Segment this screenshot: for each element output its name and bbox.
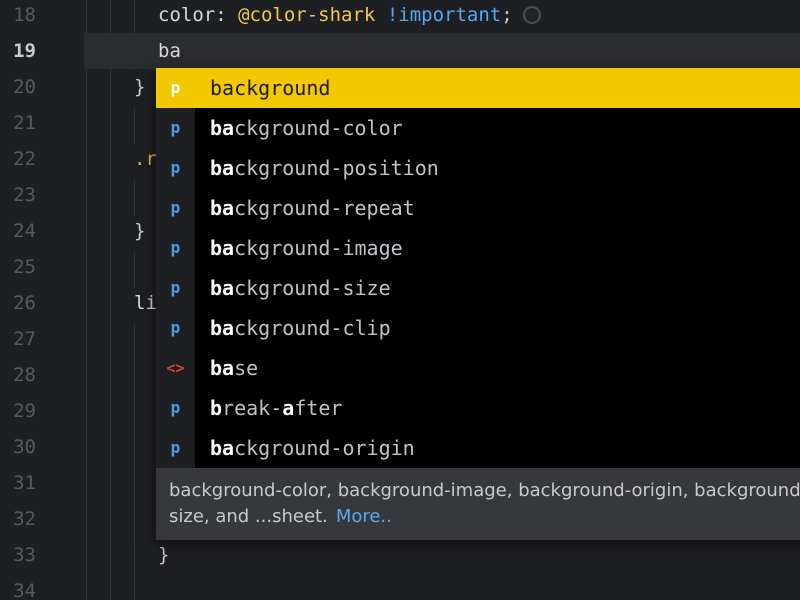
suggestion-item-selected[interactable]: p background (156, 68, 800, 108)
line-number-gutter: 18 19 20 21 22 23 24 25 26 27 28 29 30 3… (0, 0, 84, 600)
line-number: 31 (13, 472, 36, 494)
color-swatch-icon[interactable] (522, 6, 541, 24)
property-icon: p (170, 198, 181, 217)
suggestion-rest: ckground-clip (234, 316, 391, 340)
suggestion-list[interactable]: p background p background-color p backgr… (156, 68, 800, 468)
line-number: 30 (13, 436, 36, 458)
doc-text-line: background-color, background-image, back… (169, 480, 800, 501)
important-keyword: !important (386, 4, 502, 26)
suggestion-item[interactable]: p background-position (156, 148, 800, 188)
css-selector: li (134, 292, 157, 314)
indent-guide (134, 108, 135, 144)
match-highlight: ba (210, 316, 235, 340)
line-number: 27 (13, 328, 36, 350)
suggestion-item[interactable]: p background-repeat (156, 188, 800, 228)
indent-guide (134, 180, 135, 216)
suggestion-label: background-clip (210, 308, 391, 348)
closing-brace: } (134, 220, 146, 242)
suggestion-rest: se (234, 356, 259, 380)
suggestion-item[interactable]: p background-clip (156, 308, 800, 348)
line-number: 25 (13, 256, 36, 278)
tag-icon: <> (166, 359, 185, 377)
code-line-19-current[interactable]: ba (84, 33, 800, 69)
line-number: 32 (13, 508, 36, 530)
line-number: 29 (13, 400, 36, 422)
code-editor[interactable]: 18 19 20 21 22 23 24 25 26 27 28 29 30 3… (0, 0, 800, 600)
suggestion-label: background-origin (210, 428, 415, 468)
suggestion-label: base (210, 348, 258, 388)
suggestion-item[interactable]: <> base (156, 348, 800, 388)
less-variable: @color-shark (238, 4, 376, 26)
indent-guide (134, 252, 135, 288)
line-number: 23 (13, 184, 36, 206)
css-property: color: (158, 4, 227, 26)
suggestion-rest: ckground-image (234, 236, 403, 260)
match-highlight: ba (210, 236, 235, 260)
suggestion-rest: fter (294, 396, 343, 420)
typed-text: ba (158, 40, 181, 62)
autocomplete-popup[interactable]: p background p background-color p backgr… (156, 68, 800, 540)
suggestion-rest: ckground-position (234, 156, 439, 180)
property-icon: p (170, 78, 181, 97)
suggestion-label: background-image (210, 228, 403, 268)
line-number: 34 (13, 580, 36, 600)
match-highlight: ba (210, 436, 235, 460)
suggestion-rest: ckground-color (234, 116, 403, 140)
suggestion-item[interactable]: p break-after (156, 388, 800, 428)
css-selector: .r (134, 148, 157, 170)
match-highlight: ba (210, 276, 235, 300)
line-number: 18 (13, 4, 36, 26)
semicolon: ; (501, 4, 513, 26)
property-icon: p (170, 278, 181, 297)
property-icon: p (170, 238, 181, 257)
line-number: 26 (13, 292, 36, 314)
suggestion-rest: ckground-repeat (234, 196, 415, 220)
line-number: 33 (13, 544, 36, 566)
suggestion-item[interactable]: p background-image (156, 228, 800, 268)
match-highlight: ba (210, 356, 235, 380)
property-icon: p (170, 398, 181, 417)
more-link[interactable]: More.. (336, 506, 392, 527)
suggestion-item[interactable]: p background-origin (156, 428, 800, 468)
property-icon: p (170, 438, 181, 457)
match-highlight: a (282, 396, 295, 420)
line-number-active: 19 (13, 40, 36, 62)
suggestion-label: background-size (210, 268, 391, 308)
suggestion-label: background (210, 76, 331, 100)
line-number: 21 (13, 112, 36, 134)
suggestion-rest: ckground-size (234, 276, 391, 300)
property-icon: p (170, 318, 181, 337)
line-number: 28 (13, 364, 36, 386)
suggestion-rest: ckground-origin (234, 436, 415, 460)
doc-text-line: size, and ...sheet. More.. (169, 504, 800, 530)
closing-brace: } (134, 76, 146, 98)
match-highlight: ba (210, 116, 235, 140)
suggestion-documentation: background-color, background-image, back… (156, 468, 800, 540)
suggestion-item[interactable]: p background-size (156, 268, 800, 308)
match-highlight: b (210, 396, 223, 420)
line-number: 24 (13, 220, 36, 242)
suggestion-rest: reak- (222, 396, 283, 420)
doc-text: size, and ...sheet. (169, 506, 328, 527)
line-number: 20 (13, 76, 36, 98)
suggestion-item[interactable]: p background-color (156, 108, 800, 148)
suggestion-label: background-position (210, 148, 439, 188)
line-number: 22 (13, 148, 36, 170)
suggestion-label: background-color (210, 108, 403, 148)
match-highlight: ba (210, 196, 235, 220)
property-icon: p (170, 118, 181, 137)
property-icon: p (170, 158, 181, 177)
suggestion-label: background-repeat (210, 188, 415, 228)
code-line-18[interactable]: color: @color-shark !important; (84, 0, 800, 33)
match-highlight: ba (210, 156, 235, 180)
suggestion-label: break-after (210, 388, 342, 428)
